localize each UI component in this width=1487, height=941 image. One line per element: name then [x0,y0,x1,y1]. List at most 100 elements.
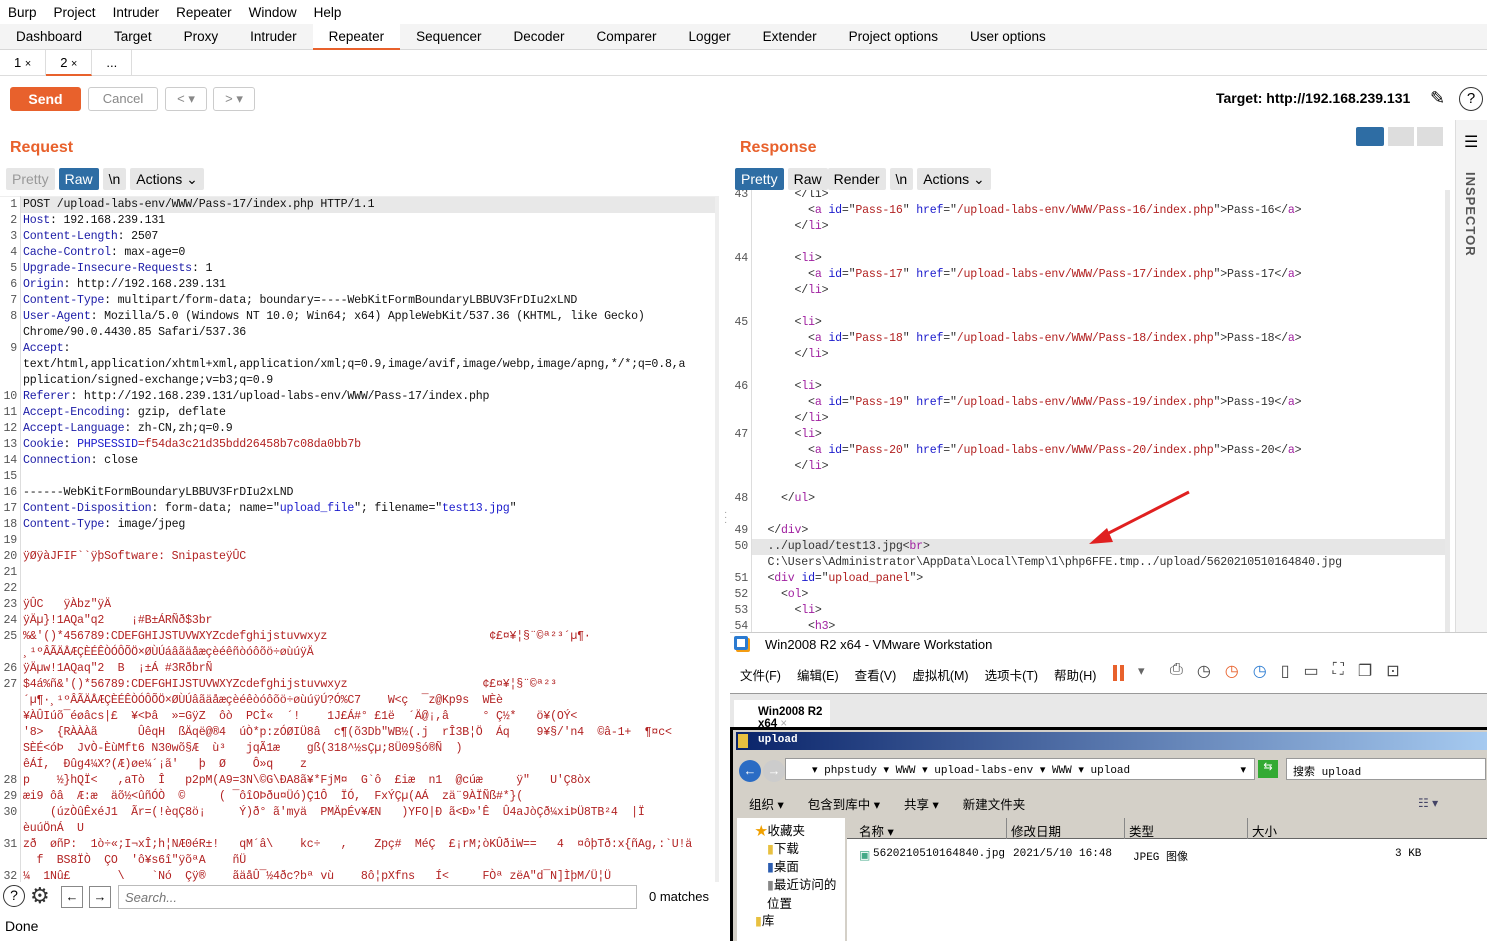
vm-menu-vm[interactable]: 虚拟机(M) [912,665,968,684]
menu-help[interactable]: Help [314,5,342,20]
request-scrollbar[interactable] [715,196,719,882]
back-button[interactable]: < ▾ [165,87,207,111]
repeater-tab-1[interactable]: 1 × [0,49,47,76]
view-raw[interactable]: Raw [58,168,99,190]
vm-menu-file[interactable]: 文件(F) [740,665,781,684]
column-date[interactable]: 修改日期 [1006,818,1061,839]
send-keys-icon[interactable]: ⎙ [1170,661,1183,681]
forward-button[interactable]: > ▾ [213,87,255,111]
tab-target[interactable]: Target [98,24,168,50]
chevron-down-icon[interactable]: ▾ [1138,663,1145,679]
path-segment[interactable]: phpstudy [824,765,877,777]
menu-window[interactable]: Window [249,5,297,20]
thumbnail-icon[interactable]: ▭ [1304,661,1319,681]
layout-vertical-icon[interactable] [1388,127,1414,146]
menu-burp[interactable]: Burp [8,5,37,20]
send-button[interactable]: Send [10,87,81,111]
layout-side-by-side-icon[interactable] [1356,127,1384,146]
nav-libraries[interactable]: ▮库 [755,910,774,929]
tab-dashboard[interactable]: Dashboard [0,24,98,50]
vm-menu-help[interactable]: 帮助(H) [1054,665,1096,684]
split-handle[interactable]: · · · [724,508,727,528]
vm-menu-edit[interactable]: 编辑(E) [797,665,839,684]
view-newline[interactable]: \n [102,168,127,190]
nav-downloads[interactable]: ▮下载 [767,838,799,857]
menu-repeater[interactable]: Repeater [176,5,232,20]
vm-tab[interactable]: Win2008 R2 x64 × [734,700,830,730]
search-box[interactable]: 搜索 upload [1286,758,1486,780]
file-row[interactable]: ▣ 5620210510164840.jpg 2021/5/10 16:48 J… [847,848,1487,866]
unity-icon[interactable]: ❐ [1358,661,1372,681]
view-newline[interactable]: \n [889,168,914,190]
path-segment[interactable]: WWW [1052,765,1072,777]
repeater-tab-new[interactable]: ... [92,49,133,76]
response-scrollbar[interactable] [1445,190,1450,632]
nav-recent[interactable]: ▮最近访问的位置 [767,874,845,912]
line-number: 31 [3,838,17,851]
help-icon[interactable]: ? [3,885,25,907]
view-pretty[interactable]: Pretty [6,168,55,190]
view-render[interactable]: Render [827,168,886,190]
tab-proxy[interactable]: Proxy [168,24,235,50]
response-editor[interactable]: 43 </li> <a id="Pass-16" href="/upload-l… [730,190,1450,632]
layout-tabs-icon[interactable] [1417,127,1443,146]
view-raw[interactable]: Raw [787,168,828,190]
nav-favorites[interactable]: ★收藏夹 [755,820,805,839]
code-line: <li> [754,315,822,331]
gear-icon[interactable]: ⚙ [30,883,50,909]
snapshot-manager-icon[interactable]: ◷ [1253,661,1267,681]
console-icon[interactable]: ⊡ [1386,661,1399,681]
repeater-tab-2[interactable]: 2 × [46,49,93,76]
menu-intruder[interactable]: Intruder [113,5,160,20]
tab-sequencer[interactable]: Sequencer [400,24,497,50]
view-options-icon[interactable]: ☷ ▾ [1418,796,1438,810]
actions-menu[interactable]: Actions ⌄ [917,168,991,190]
share-button[interactable]: 共享 ▾ [904,794,939,813]
search-input[interactable] [118,885,637,909]
cancel-button[interactable]: Cancel [88,87,158,111]
snapshot-icon[interactable]: ◷ [1197,661,1211,681]
code-line: </li> [754,190,829,203]
tab-comparer[interactable]: Comparer [581,24,673,50]
sidebar-icon[interactable]: ▯ [1281,661,1290,681]
revert-snapshot-icon[interactable]: ◷ [1225,661,1239,681]
fullscreen-icon[interactable]: ⛶ [1333,661,1344,681]
pause-icon[interactable] [1113,665,1117,681]
back-nav-button[interactable]: ← [739,760,761,782]
menu-project[interactable]: Project [54,5,96,20]
organize-button[interactable]: 组织 ▾ [749,794,784,813]
help-icon[interactable]: ? [1459,87,1483,111]
actions-menu[interactable]: Actions ⌄ [130,168,204,190]
refresh-icon[interactable]: ⇆ [1258,760,1278,778]
address-bar[interactable]: ▾ phpstudy ▾ WWW ▾ upload-labs-env ▾ WWW… [785,758,1255,780]
view-pretty[interactable]: Pretty [735,168,784,190]
column-type[interactable]: 类型 [1124,818,1154,839]
tab-extender[interactable]: Extender [747,24,833,50]
column-size[interactable]: 大小 [1247,818,1277,839]
tab-decoder[interactable]: Decoder [497,24,580,50]
tab-user-options[interactable]: User options [954,24,1062,50]
path-segment[interactable]: WWW [896,765,916,777]
tab-project-options[interactable]: Project options [833,24,954,50]
edit-target-icon[interactable]: ✎ [1430,88,1445,109]
close-icon[interactable]: × [25,58,31,70]
request-editor[interactable]: 1 POST /upload-labs-env/WWW/Pass-17/index… [0,196,718,882]
inspector-panel[interactable]: ☰ INSPECTOR [1455,120,1487,640]
next-match-button[interactable]: → [89,886,111,908]
include-in-library-button[interactable]: 包含到库中 ▾ [808,794,880,813]
tab-logger[interactable]: Logger [673,24,747,50]
forward-nav-button[interactable]: → [763,760,785,782]
path-segment[interactable]: upload-labs-env [934,765,1033,777]
column-name[interactable]: 名称 ▾ [859,821,894,840]
previous-match-button[interactable]: ← [61,886,83,908]
vm-menu-view[interactable]: 查看(V) [855,665,897,684]
new-folder-button[interactable]: 新建文件夹 [963,794,1026,813]
tab-intruder[interactable]: Intruder [234,24,313,50]
nav-desktop[interactable]: ▮桌面 [767,856,799,875]
explorer-toolbar: 组织 ▾ 包含到库中 ▾ 共享 ▾ 新建文件夹 [749,794,1025,813]
path-segment[interactable]: upload [1091,765,1131,777]
close-icon[interactable]: × [71,58,77,70]
menu-icon[interactable]: ☰ [1464,132,1478,152]
vm-menu-tabs[interactable]: 选项卡(T) [985,665,1038,684]
tab-repeater[interactable]: Repeater [312,24,401,50]
